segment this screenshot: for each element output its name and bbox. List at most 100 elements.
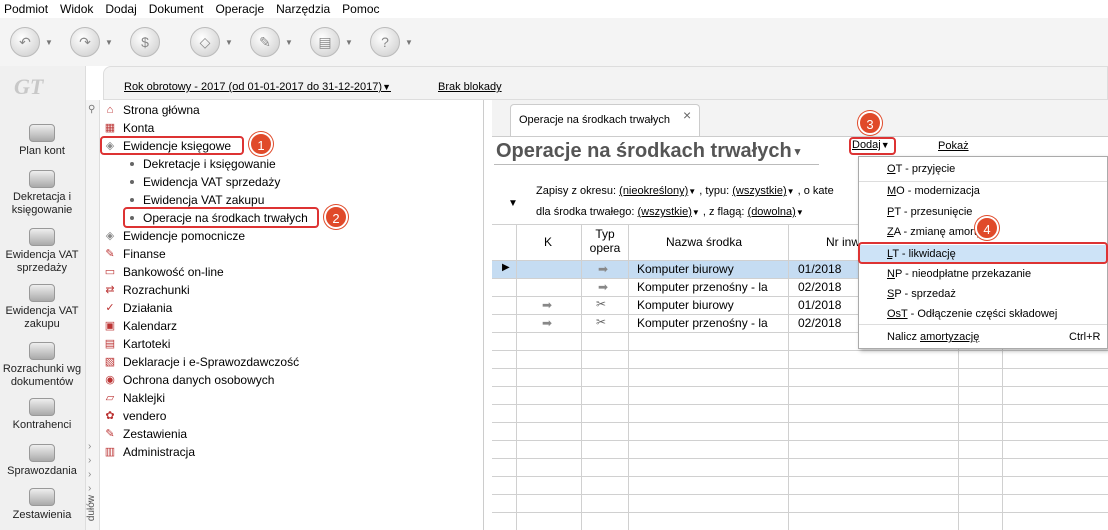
menu-narzedzia[interactable]: Narzędzia bbox=[276, 2, 330, 16]
sticker-icon: ▱ bbox=[105, 391, 115, 404]
column-header-typ[interactable]: Typ opera bbox=[587, 227, 623, 255]
chevron-down-icon: ▼ bbox=[786, 187, 795, 196]
filter-flaga-label: , z flagą: bbox=[702, 206, 745, 218]
menu-item-ot[interactable]: OT - przyjęcie bbox=[887, 163, 955, 175]
tree-label: Ochrona danych osobowych bbox=[123, 372, 275, 387]
page-title[interactable]: Operacje na środkach trwałych ▾ bbox=[496, 140, 800, 163]
tree-konta[interactable]: ▦ Konta bbox=[103, 119, 155, 136]
menu-pomoc[interactable]: Pomoc bbox=[342, 2, 379, 16]
help-button[interactable]: ? ▼ bbox=[370, 22, 430, 62]
cell-nazwa: Komputer przenośny - la bbox=[637, 316, 768, 330]
nav-zestawienia[interactable]: Zestawienia bbox=[0, 488, 84, 522]
vendero-icon: ✿ bbox=[105, 409, 115, 422]
tree-ewidencje-pomocnicze[interactable]: ◈ Ewidencje pomocnicze bbox=[103, 227, 245, 244]
coins-icon: $ bbox=[130, 27, 160, 57]
nav-label: Plan kont bbox=[19, 145, 65, 157]
arrow-right-icon: ➡ bbox=[542, 298, 553, 312]
chevron-down-icon[interactable]: ▼ bbox=[345, 38, 353, 47]
chevron-down-icon[interactable]: ▼ bbox=[225, 38, 233, 47]
nav-dekretacja[interactable]: Dekretacja i księgowanie bbox=[0, 170, 84, 217]
tree-rozrachunki[interactable]: ⇄ Rozrachunki bbox=[103, 281, 189, 298]
menu-item-np[interactable]: NP - nieodpłatne przekazanie bbox=[887, 268, 1031, 280]
column-header-nazwa[interactable]: Nazwa środka bbox=[666, 235, 742, 249]
menu-item-mo[interactable]: MO - modernizacja bbox=[887, 185, 980, 197]
actions-icon: ✓ bbox=[105, 301, 115, 314]
nav-kontrahenci[interactable]: Kontrahenci bbox=[0, 398, 84, 432]
filter-row-1: Zapisy z okresu: (nieokreślony)▼ , typu:… bbox=[536, 185, 834, 197]
menu-item-za[interactable]: ZA - zmianę amorty bbox=[887, 226, 982, 238]
tree-vendero[interactable]: ✿ vendero bbox=[103, 407, 166, 424]
nav-rozrachunki[interactable]: Rozrachunki wg dokumentów bbox=[0, 342, 84, 389]
accounts-icon: ▦ bbox=[104, 121, 116, 134]
chevron-down-icon[interactable]: ▼ bbox=[285, 38, 293, 47]
chevron-down-icon[interactable]: ▼ bbox=[405, 38, 413, 47]
tree-kalendarz[interactable]: ▣ Kalendarz bbox=[103, 317, 177, 334]
chevron-down-icon: ▼ bbox=[795, 208, 804, 217]
lock-status-link[interactable]: Brak blokady bbox=[438, 81, 502, 93]
filter-okres[interactable]: (nieokreślony) bbox=[619, 185, 688, 197]
tree-label: Naklejki bbox=[123, 390, 166, 405]
tree-vat-sprzedazy[interactable]: Ewidencja VAT sprzedaży bbox=[130, 173, 280, 190]
fiscal-year-selector[interactable]: Rok obrotowy - 2017 (od 01-01-2017 do 31… bbox=[124, 81, 391, 93]
coins-icon bbox=[29, 284, 55, 302]
tree-dzialania[interactable]: ✓ Działania bbox=[103, 299, 172, 316]
cell-nr: 01/2018 bbox=[798, 262, 842, 276]
nav-vat-zakupu[interactable]: Ewidencja VAT zakupu bbox=[0, 284, 84, 331]
tree-kartoteki[interactable]: ▤ Kartoteki bbox=[103, 335, 171, 352]
tree-deklaracje[interactable]: ▧ Deklaracje i e-Sprawozdawczość bbox=[103, 353, 299, 370]
ledger-icon bbox=[29, 124, 55, 142]
tree-dekretacje[interactable]: Dekretacje i księgowanie bbox=[130, 155, 276, 172]
tree-naklejki[interactable]: ▱ Naklejki bbox=[103, 389, 165, 406]
coins-button[interactable]: $ bbox=[130, 22, 190, 62]
menu-widok[interactable]: Widok bbox=[60, 2, 93, 16]
bullet-icon bbox=[130, 161, 134, 166]
menu-item-nalicz[interactable]: Nalicz amortyzację bbox=[887, 331, 979, 343]
menu-dokument[interactable]: Dokument bbox=[149, 2, 204, 16]
chevron-down-icon[interactable]: ▼ bbox=[105, 38, 113, 47]
eraser-button[interactable]: ◇ ▼ bbox=[190, 22, 250, 62]
menu-dodaj[interactable]: Dodaj bbox=[105, 2, 136, 16]
split-icon: ✂ bbox=[596, 297, 607, 311]
tab-operacje[interactable]: Operacje na środkach trwałych × bbox=[510, 104, 700, 136]
nav-sprawozdania[interactable]: Sprawozdania bbox=[0, 444, 84, 478]
pin-icon[interactable]: ⚲ bbox=[88, 104, 95, 115]
filter-flaga[interactable]: (dowolna) bbox=[748, 206, 796, 218]
filter-collapse-icon[interactable]: ▼ bbox=[508, 198, 518, 209]
menu-item-sp[interactable]: SP - sprzedaż bbox=[887, 288, 956, 300]
nav-vat-sprzedazy[interactable]: Ewidencja VAT sprzedaży bbox=[0, 228, 84, 275]
menu-item-pt[interactable]: PT - przesunięcie bbox=[887, 206, 972, 218]
filter-typ[interactable]: (wszystkie) bbox=[732, 185, 786, 197]
print-button[interactable]: ▤ ▼ bbox=[310, 22, 370, 62]
book-icon: ◈ bbox=[105, 229, 115, 242]
menu-operacje[interactable]: Operacje bbox=[215, 2, 264, 16]
menu-podmiot[interactable]: Podmiot bbox=[4, 2, 48, 16]
back-button[interactable]: ↶ ▼ bbox=[10, 22, 70, 62]
forward-button[interactable]: ↷ ▼ bbox=[70, 22, 130, 62]
tree-bankowosc[interactable]: ▭ Bankowość on-line bbox=[103, 263, 224, 280]
filter-typ-label: , typu: bbox=[699, 185, 730, 197]
chevron-down-icon[interactable]: ▼ bbox=[45, 38, 53, 47]
column-header-nr[interactable]: Nr inw bbox=[826, 235, 860, 249]
tree-zestawienia[interactable]: ✎ Zestawienia bbox=[103, 425, 187, 442]
tree-ochrona-danych[interactable]: ◉ Ochrona danych osobowych bbox=[103, 371, 274, 388]
close-icon[interactable]: × bbox=[683, 107, 691, 123]
tree-vat-zakupu[interactable]: Ewidencja VAT zakupu bbox=[130, 191, 264, 208]
tree-administracja[interactable]: ▥ Administracja bbox=[103, 443, 195, 460]
nav-plan-kont[interactable]: Plan kont bbox=[0, 124, 84, 158]
column-header-k[interactable]: K bbox=[544, 235, 552, 249]
pokaz-link[interactable]: Pokaż bbox=[938, 140, 969, 152]
filter-srodek[interactable]: (wszystkie) bbox=[638, 206, 692, 218]
nav-label: Ewidencja VAT zakupu bbox=[5, 305, 79, 330]
menu-divider bbox=[859, 181, 1107, 182]
tree-strona-glowna[interactable]: ⌂ Strona główna bbox=[103, 101, 200, 118]
tab-label: Operacje na środkach trwałych bbox=[519, 114, 671, 126]
toolbar: ↶ ▼ ↷ ▼ $ ◇ ▼ ✎ ▼ ▤ ▼ ? ▼ bbox=[0, 18, 1108, 66]
menu-label: T - przyjęcie bbox=[895, 163, 956, 175]
menu-key: M bbox=[887, 185, 897, 197]
menu-shortcut: Ctrl+R bbox=[1069, 331, 1101, 343]
menu-item-ost[interactable]: OsT - Odłączenie części składowej bbox=[887, 308, 1057, 320]
tree-finanse[interactable]: ✎ Finanse bbox=[103, 245, 165, 262]
cell-nazwa: Komputer biurowy bbox=[637, 298, 734, 312]
tools-button[interactable]: ✎ ▼ bbox=[250, 22, 310, 62]
tree-label: Konta bbox=[123, 120, 155, 135]
